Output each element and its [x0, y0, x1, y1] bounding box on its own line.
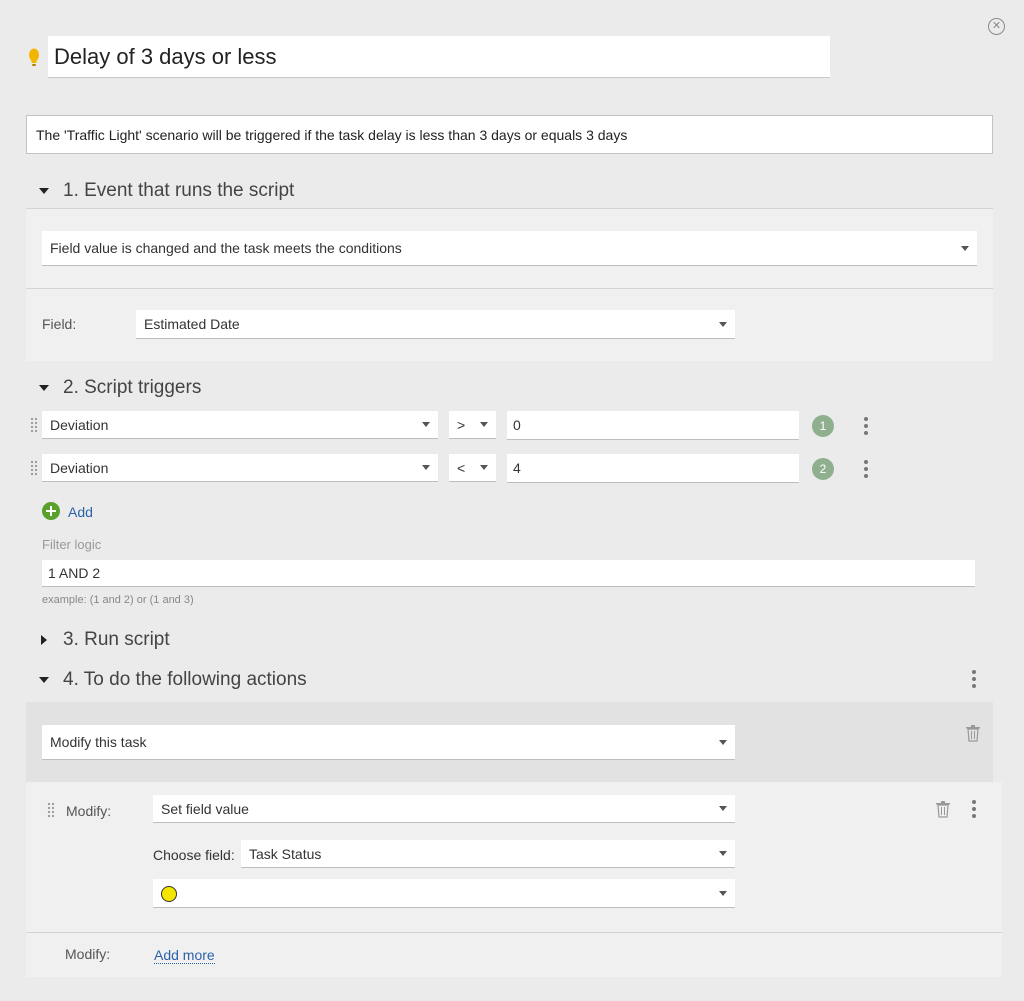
section-triggers-title: 2. Script triggers	[63, 377, 202, 398]
drag-handle-icon[interactable]	[30, 417, 38, 433]
chevron-down-icon	[719, 321, 727, 327]
condition-field-value: Deviation	[50, 459, 109, 476]
action-select[interactable]: Modify this task	[42, 725, 735, 760]
chevron-down-icon	[719, 890, 727, 896]
scenario-title-input[interactable]: Delay of 3 days or less	[48, 36, 830, 78]
more-options-icon[interactable]	[864, 460, 868, 478]
modify-select[interactable]: Set field value	[153, 795, 735, 823]
add-circle-icon[interactable]	[42, 502, 60, 520]
condition-index-badge: 2	[812, 458, 834, 480]
field-label: Field:	[42, 316, 77, 332]
filter-logic-label: Filter logic	[42, 537, 102, 552]
drag-handle-icon[interactable]	[30, 460, 38, 476]
condition-field-select[interactable]: Deviation	[42, 454, 438, 482]
trash-icon[interactable]	[935, 800, 951, 818]
collapse-caret-icon[interactable]	[39, 385, 49, 391]
choose-field-value: Task Status	[249, 845, 322, 862]
section-triggers-heading[interactable]: 2. Script triggers	[0, 375, 201, 401]
chevron-down-icon	[480, 465, 488, 470]
trash-icon[interactable]	[965, 724, 981, 742]
more-options-icon[interactable]	[972, 800, 976, 818]
action-select-value: Modify this task	[50, 734, 147, 750]
lightbulb-icon	[29, 48, 39, 66]
chevron-down-icon	[422, 465, 430, 470]
condition-operator-value: >	[457, 416, 466, 433]
condition-field-select[interactable]: Deviation	[42, 411, 438, 439]
filter-logic-example: example: (1 and 2) or (1 and 3)	[42, 594, 194, 606]
expand-caret-icon[interactable]	[41, 635, 47, 645]
modify-label: Modify:	[66, 803, 112, 819]
chevron-down-icon	[480, 422, 488, 427]
chevron-down-icon	[961, 245, 969, 251]
condition-value-input[interactable]: 4	[507, 454, 799, 483]
filter-logic-input[interactable]: 1 AND 2	[42, 560, 975, 587]
section-actions-heading[interactable]: 4. To do the following actions	[0, 667, 307, 693]
more-options-icon[interactable]	[864, 417, 868, 435]
field-select[interactable]: Estimated Date	[136, 310, 735, 339]
chevron-down-icon	[719, 851, 727, 856]
status-value-select[interactable]	[153, 879, 735, 908]
yellow-circle-icon	[161, 885, 177, 902]
section-run-script-title: 3. Run script	[63, 629, 170, 650]
condition-operator-select[interactable]: >	[449, 411, 496, 439]
condition-value-input[interactable]: 0	[507, 411, 799, 440]
modify-select-value: Set field value	[161, 800, 249, 817]
choose-field-select[interactable]: Task Status	[241, 840, 735, 868]
condition-field-value: Deviation	[50, 416, 109, 433]
close-icon[interactable]: ✕	[988, 18, 1005, 35]
section-actions-title: 4. To do the following actions	[63, 669, 307, 690]
collapse-caret-icon[interactable]	[39, 677, 49, 683]
add-condition-link[interactable]: Add	[68, 504, 93, 520]
more-options-icon[interactable]	[972, 670, 976, 688]
field-select-value: Estimated Date	[144, 316, 240, 332]
condition-index-badge: 1	[812, 415, 834, 437]
drag-handle-icon[interactable]	[47, 802, 55, 818]
collapse-caret-icon[interactable]	[39, 188, 49, 194]
condition-operator-select[interactable]: <	[449, 454, 496, 482]
section-event-title: 1. Event that runs the script	[63, 180, 295, 201]
add-more-modify-label: Modify:	[65, 946, 111, 962]
chevron-down-icon	[719, 806, 727, 811]
chevron-down-icon	[422, 422, 430, 427]
status-value-display	[161, 884, 719, 902]
section-event-heading[interactable]: 1. Event that runs the script	[0, 178, 294, 204]
choose-field-label: Choose field:	[153, 847, 235, 863]
event-select-value: Field value is changed and the task meet…	[50, 240, 402, 256]
event-select[interactable]: Field value is changed and the task meet…	[42, 231, 977, 266]
condition-operator-value: <	[457, 459, 466, 476]
add-more-link[interactable]: Add more	[154, 947, 215, 964]
section-run-script-heading[interactable]: 3. Run script	[0, 627, 170, 653]
chevron-down-icon	[719, 739, 727, 745]
scenario-description-input[interactable]: The 'Traffic Light' scenario will be tri…	[26, 115, 993, 154]
